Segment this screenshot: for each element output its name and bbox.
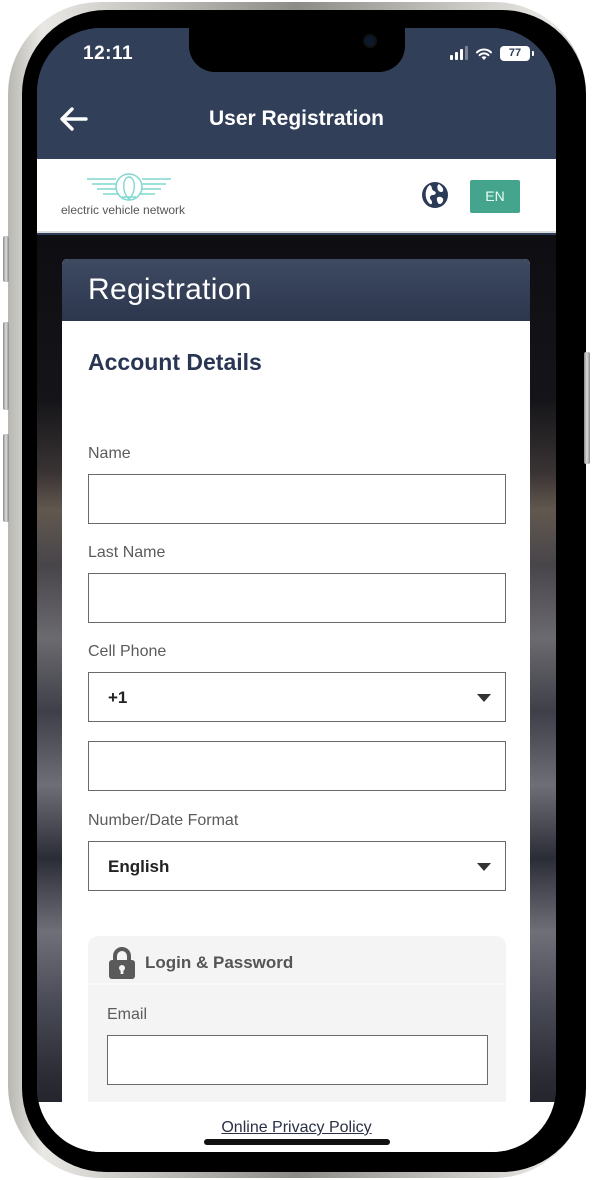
brand-header: electric vehicle network EN — [37, 159, 556, 233]
login-section-title: Login & Password — [145, 953, 294, 972]
status-icons: 77 — [450, 46, 534, 61]
volume-up-button — [3, 322, 9, 410]
volume-down-button — [3, 434, 9, 522]
page-title: User Registration — [208, 107, 385, 130]
chevron-down-icon — [477, 863, 491, 871]
cellular-signal-icon — [450, 46, 468, 60]
registration-card: Registration Account Details Name Last N… — [62, 259, 530, 1152]
home-indicator[interactable] — [204, 1139, 390, 1145]
name-label: Name — [88, 445, 131, 462]
wifi-icon — [476, 48, 492, 60]
footer: Online Privacy Policy — [37, 1102, 556, 1152]
phone-number-input[interactable] — [88, 741, 506, 791]
privacy-policy-link[interactable]: Online Privacy Policy — [37, 1119, 556, 1137]
number-date-format-value: English — [108, 857, 170, 876]
card-header: Registration — [62, 259, 530, 321]
camera-icon — [363, 34, 377, 48]
login-section-header: Login & Password — [88, 936, 506, 985]
section-title: Account Details — [88, 349, 262, 375]
last-name-label: Last Name — [88, 544, 166, 561]
name-input[interactable] — [88, 474, 506, 524]
cell-phone-label: Cell Phone — [88, 643, 167, 660]
power-button — [584, 352, 590, 464]
country-code-value: +1 — [108, 688, 128, 707]
lock-icon — [109, 947, 135, 979]
language-button[interactable]: EN — [470, 180, 520, 213]
last-name-input[interactable] — [88, 573, 506, 623]
number-date-format-select[interactable]: English — [88, 841, 506, 891]
globe-icon[interactable] — [421, 181, 449, 209]
email-label: Email — [107, 1006, 148, 1023]
logo-text: electric vehicle network — [61, 203, 186, 217]
number-date-format-label: Number/Date Format — [88, 812, 239, 829]
notch — [189, 28, 405, 72]
email-input[interactable] — [107, 1035, 488, 1085]
app-bar: 12:11 77 User Registration — [37, 28, 556, 159]
phone-screen: 12:11 77 User Registration electric vehi… — [37, 28, 556, 1152]
status-time: 12:11 — [83, 43, 134, 64]
battery-icon: 77 — [500, 46, 534, 61]
mute-switch — [3, 236, 9, 282]
country-code-select[interactable]: +1 — [88, 672, 506, 722]
chevron-down-icon — [477, 694, 491, 702]
